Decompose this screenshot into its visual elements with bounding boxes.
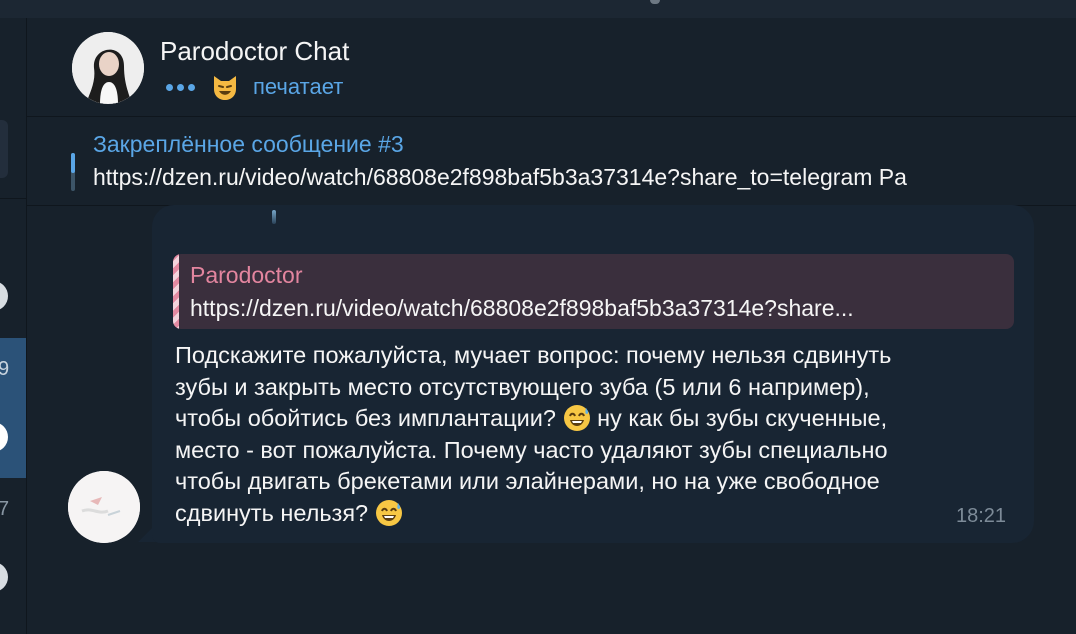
sidebar-divider xyxy=(0,198,26,199)
message-text: Подскажите пожалуйста, мучает вопрос: по… xyxy=(175,340,1015,530)
chat-title: Parodoctor Chat xyxy=(160,36,350,66)
chat-header[interactable]: Parodoctor Chat печатает xyxy=(27,18,1076,117)
reply-sender-name: Parodoctor xyxy=(190,262,303,288)
pinned-title: Закреплённое сообщение #3 xyxy=(93,131,404,157)
window-top-strip xyxy=(0,0,1076,18)
chat-list-sidebar[interactable]: 9 7 xyxy=(0,18,27,634)
sidebar-chat-avatar[interactable] xyxy=(0,281,8,311)
typing-label: печатает xyxy=(253,74,344,99)
sender-avatar[interactable] xyxy=(68,471,140,543)
pinned-text[interactable]: https://dzen.ru/video/watch/68808e2f898b… xyxy=(93,164,907,191)
grinning-sweat-emoji-icon xyxy=(375,499,402,526)
grinning-cat-emoji-icon xyxy=(214,76,236,100)
reply-quote[interactable]: Parodoctor https://dzen.ru/video/watch/6… xyxy=(173,254,1014,329)
reply-text: https://dzen.ru/video/watch/68808e2f898b… xyxy=(190,295,854,321)
sender-avatar-photo xyxy=(68,471,140,543)
pinned-message-bar[interactable]: Закреплённое сообщение #3 https://dzen.r… xyxy=(27,117,1076,206)
typing-status: печатает xyxy=(166,73,343,101)
chat-avatar[interactable] xyxy=(72,32,144,104)
sidebar-unread-count: 7 xyxy=(0,498,10,520)
grinning-sweat-emoji-icon xyxy=(563,405,590,432)
sidebar-chat-avatar[interactable] xyxy=(0,562,8,592)
chat-avatar-photo xyxy=(72,32,144,104)
sparkle-icon xyxy=(272,210,276,224)
pinned-indicator xyxy=(71,153,75,191)
reply-stripe xyxy=(173,254,179,329)
sidebar-unread-count: 9 xyxy=(0,358,10,380)
sidebar-search-segment[interactable] xyxy=(0,120,8,178)
message-time: 18:21 xyxy=(956,505,1007,527)
window-indicator-dot xyxy=(650,0,660,4)
typing-dots-icon xyxy=(166,83,195,91)
